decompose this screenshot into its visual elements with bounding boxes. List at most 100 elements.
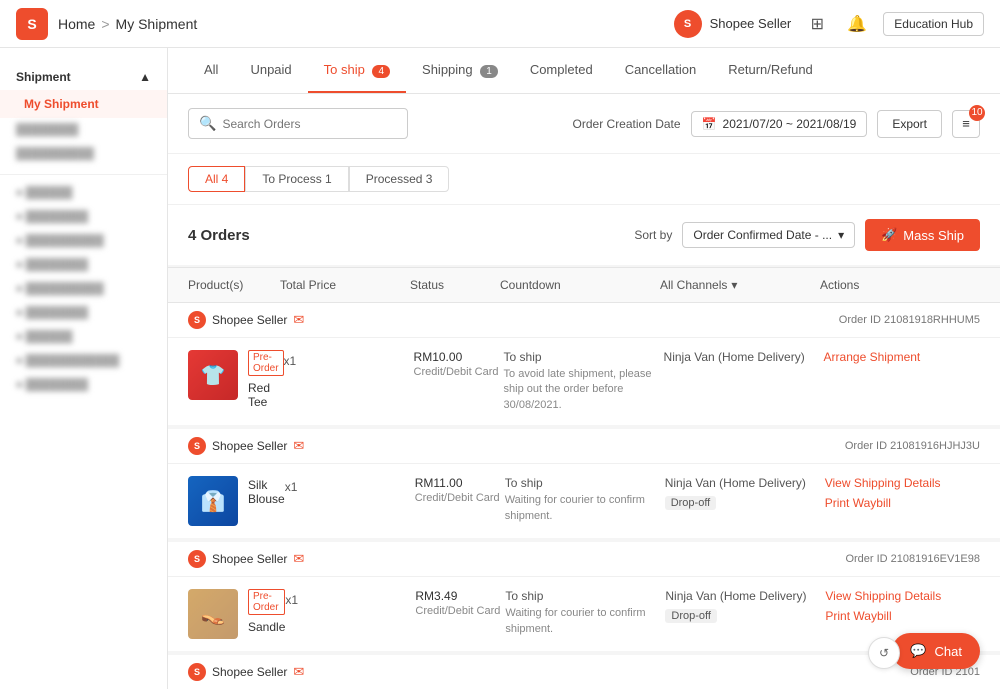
col-price: Total Price: [280, 278, 410, 292]
order-seller-bar-2: S Shopee Seller ✉ Order ID 21081916HJHJ3…: [168, 429, 1000, 464]
scroll-to-top-button[interactable]: ↺: [868, 637, 900, 669]
actions-cell-2: View Shipping Details Print Waybill: [825, 476, 985, 510]
channel-name-3: Ninja Van (Home Delivery): [665, 589, 825, 603]
mass-ship-button[interactable]: 🚀 Mass Ship: [865, 219, 980, 251]
sub-tab-processed[interactable]: Processed 3: [349, 166, 450, 192]
app-logo: S: [16, 8, 48, 40]
seller-info-3: S Shopee Seller ✉: [188, 550, 304, 568]
tab-shipping-badge: 1: [480, 65, 498, 78]
price-cell-2: RM11.00 Credit/Debit Card: [415, 476, 505, 504]
seller-label-3: Shopee Seller: [212, 552, 287, 566]
seller-label-4: Shopee Seller: [212, 665, 287, 679]
qty-cell-3: x1: [285, 589, 415, 607]
seller-mail-icon-2[interactable]: ✉: [293, 438, 304, 454]
view-shipping-details-link-2[interactable]: View Shipping Details: [825, 476, 985, 490]
product-image-2: 👔: [188, 476, 238, 526]
price-cell-1: RM10.00 Credit/Debit Card: [414, 350, 504, 378]
tab-shipping[interactable]: Shipping 1: [406, 48, 514, 93]
order-id-3: Order ID 21081916EV1E98: [845, 553, 980, 565]
search-input[interactable]: [222, 117, 397, 131]
seller-info-4: S Shopee Seller ✉: [188, 663, 304, 681]
actions-cell-1: Arrange Shipment: [824, 350, 984, 364]
toolbar: 🔍 Order Creation Date 📅 2021/07/20 ~ 202…: [168, 94, 1000, 154]
sidebar-section-blurred-6: ■ ████████: [0, 301, 167, 325]
col-countdown: Countdown: [500, 278, 660, 292]
mass-ship-label: Mass Ship: [903, 228, 964, 243]
sidebar-section-blurred-9: ■ ████████: [0, 373, 167, 397]
chat-label: Chat: [935, 644, 962, 659]
sidebar-item-my-shipment[interactable]: My Shipment: [0, 90, 167, 118]
view-shipping-details-link-3[interactable]: View Shipping Details: [825, 589, 985, 603]
header-right: S Shopee Seller ⊞ 🔔 Education Hub: [674, 10, 984, 38]
sidebar-item-blurred-1: ████████: [0, 118, 167, 142]
price-amount-3: RM3.49: [415, 589, 505, 603]
sub-tabs: All 4 To Process 1 Processed 3: [168, 154, 1000, 205]
product-image-3: 👡: [188, 589, 238, 639]
date-range-picker[interactable]: 📅 2021/07/20 ~ 2021/08/19: [691, 111, 868, 137]
tab-all[interactable]: All: [188, 48, 234, 93]
dropoff-badge-3: Drop-off: [665, 609, 717, 623]
product-details-3: Pre-Order Sandle: [248, 589, 285, 634]
education-hub-button[interactable]: Education Hub: [883, 12, 984, 36]
chat-icon: 💬: [910, 643, 926, 659]
tab-unpaid[interactable]: Unpaid: [234, 48, 307, 93]
status-desc-3: Waiting for courier to confirm shipment.: [505, 606, 665, 637]
breadcrumb-home[interactable]: Home: [58, 16, 95, 32]
order-item-1: 👕 Pre-Order Red Tee x1 RM10.00 Credit/De…: [168, 338, 1000, 426]
order-id-2: Order ID 21081916HJHJ3U: [845, 440, 980, 452]
sidebar-section-header[interactable]: Shipment ▲: [0, 64, 167, 90]
status-label-1: To ship: [504, 350, 664, 364]
seller-name-label: Shopee Seller: [710, 16, 792, 31]
col-product: Product(s): [188, 278, 280, 292]
qty-cell-2: x1: [285, 476, 415, 494]
filter-button[interactable]: ≡ 10: [952, 110, 980, 138]
col-actions: Actions: [820, 278, 980, 292]
print-waybill-link-2[interactable]: Print Waybill: [825, 496, 985, 510]
sub-tab-all[interactable]: All 4: [188, 166, 245, 192]
product-cell-3: 👡 Pre-Order Sandle: [188, 589, 285, 639]
tab-to-ship[interactable]: To ship 4: [308, 48, 406, 93]
seller-icon-1: S: [188, 311, 206, 329]
channel-cell-1: Ninja Van (Home Delivery): [664, 350, 824, 366]
order-seller-bar-1: S Shopee Seller ✉ Order ID 21081918RHHUM…: [168, 303, 1000, 338]
header: S Home > My Shipment S Shopee Seller ⊞ 🔔…: [0, 0, 1000, 48]
arrange-shipment-link-1[interactable]: Arrange Shipment: [824, 350, 984, 364]
col-channels[interactable]: All Channels ▾: [660, 278, 820, 292]
sort-dropdown[interactable]: Order Confirmed Date - ... ▾: [682, 222, 855, 248]
tab-cancellation[interactable]: Cancellation: [609, 48, 713, 93]
sidebar-section-blurred-5: ■ ██████████: [0, 277, 167, 301]
chevron-down-icon: ▾: [838, 228, 844, 242]
grid-icon[interactable]: ⊞: [803, 10, 831, 38]
sub-tab-to-process[interactable]: To Process 1: [245, 166, 348, 192]
payment-method-1: Credit/Debit Card: [414, 366, 504, 378]
tab-to-ship-badge: 4: [372, 65, 390, 78]
seller-mail-icon-3[interactable]: ✉: [293, 551, 304, 567]
product-name-3: Sandle: [248, 620, 285, 634]
order-seller-bar-3: S Shopee Seller ✉ Order ID 21081916EV1E9…: [168, 542, 1000, 577]
seller-label-2: Shopee Seller: [212, 439, 287, 453]
tab-completed[interactable]: Completed: [514, 48, 609, 93]
sidebar-item-blurred-2: ██████████: [0, 142, 167, 166]
sidebar-divider-1: [0, 174, 167, 175]
tab-return-refund[interactable]: Return/Refund: [712, 48, 829, 93]
status-cell-1: To ship To avoid late shipment, please s…: [504, 350, 664, 413]
search-box[interactable]: 🔍: [188, 108, 408, 139]
notification-bell-icon[interactable]: 🔔: [843, 10, 871, 38]
chat-button[interactable]: 💬 Chat: [892, 633, 980, 669]
export-button[interactable]: Export: [877, 110, 942, 138]
seller-profile[interactable]: S Shopee Seller: [674, 10, 792, 38]
price-amount-2: RM11.00: [415, 476, 505, 490]
main-content: All Unpaid To ship 4 Shipping 1 Complete…: [168, 48, 1000, 689]
product-name-1: Red Tee: [248, 381, 284, 409]
payment-method-3: Credit/Debit Card: [415, 605, 505, 617]
seller-mail-icon-1[interactable]: ✉: [293, 312, 304, 328]
seller-icon-3: S: [188, 550, 206, 568]
seller-mail-icon-4[interactable]: ✉: [293, 664, 304, 680]
filter-icon: ≡: [962, 116, 970, 131]
price-cell-3: RM3.49 Credit/Debit Card: [415, 589, 505, 617]
seller-label-1: Shopee Seller: [212, 313, 287, 327]
status-cell-2: To ship Waiting for courier to confirm s…: [505, 476, 665, 524]
print-waybill-link-3[interactable]: Print Waybill: [825, 609, 985, 623]
sidebar-section-blurred-8: ■ ████████████: [0, 349, 167, 373]
scroll-icon: ↺: [879, 646, 889, 660]
